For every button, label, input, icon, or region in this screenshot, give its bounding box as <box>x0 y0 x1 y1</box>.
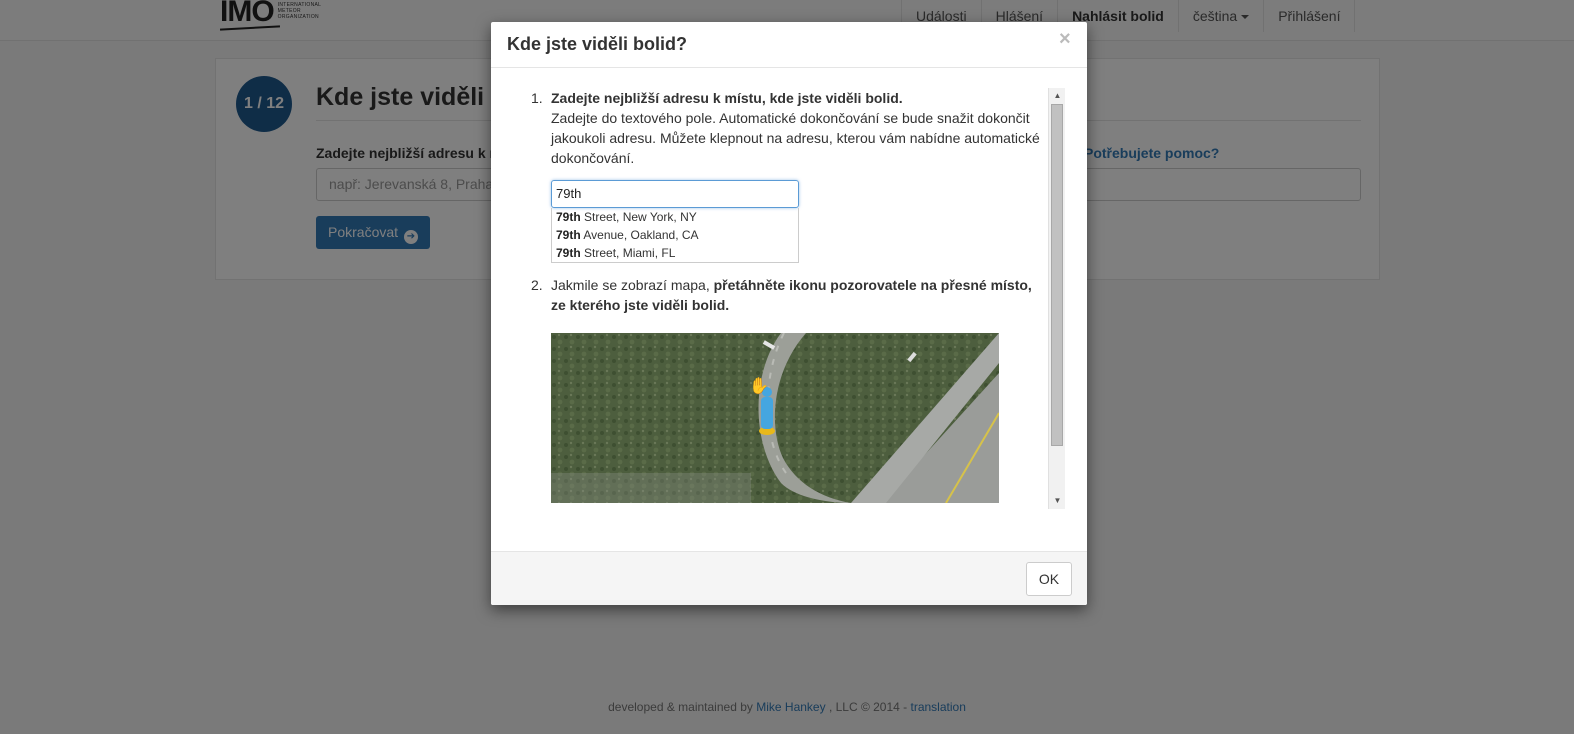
step-number: 2. <box>531 277 543 293</box>
scroll-down-arrow-icon[interactable]: ▼ <box>1049 493 1066 509</box>
step-number: 1. <box>531 90 543 106</box>
instruction-step: 1. Zadejte nejbližší adresu k místu, kde… <box>511 88 1047 263</box>
demo-suggestion: 79th Street, Miami, FL <box>552 244 798 262</box>
ok-button[interactable]: OK <box>1026 562 1072 596</box>
suggestion-rest: Avenue, Oakland, CA <box>580 228 699 242</box>
suggestion-match: 79th <box>556 228 581 242</box>
hand-cursor-icon: ✋ <box>749 376 769 395</box>
suggestion-match: 79th <box>556 246 581 260</box>
demo-suggestion: 79th Avenue, Oakland, CA <box>552 226 798 244</box>
demo-map-image: ✋ <box>551 333 999 503</box>
instructions-scrollbox[interactable]: 1. Zadejte nejbližší adresu k místu, kde… <box>511 88 1067 509</box>
modal-body: 1. Zadejte nejbližší adresu k místu, kde… <box>491 68 1087 551</box>
step-text: Zadejte do textového pole. Automatické d… <box>551 110 1040 166</box>
scrollbar[interactable]: ▲ ▼ <box>1048 88 1065 509</box>
modal-title: Kde jste viděli bolid? <box>507 34 688 54</box>
demo-suggestion: 79th Street, New York, NY <box>552 208 798 226</box>
demo-autocomplete-list: 79th Street, New York, NY 79th Avenue, O… <box>551 208 799 263</box>
suggestion-rest: Street, Miami, FL <box>580 246 676 260</box>
scroll-up-arrow-icon[interactable]: ▲ <box>1049 88 1066 104</box>
help-modal: Kde jste viděli bolid? × 1. Zadejte nejb… <box>491 22 1087 605</box>
demo-address-input: 79th <box>551 180 799 208</box>
modal-header: Kde jste viděli bolid? × <box>491 22 1087 68</box>
step-heading: Zadejte nejbližší adresu k místu, kde js… <box>551 90 903 106</box>
close-icon[interactable]: × <box>1059 28 1071 51</box>
scrollbar-thumb[interactable] <box>1051 104 1063 446</box>
modal-footer: OK <box>491 551 1087 605</box>
instructions-content: 1. Zadejte nejbližší adresu k místu, kde… <box>511 88 1047 503</box>
step-text: Jakmile se zobrazí mapa, <box>551 277 710 293</box>
suggestion-match: 79th <box>556 210 581 224</box>
satellite-map-illustration: ✋ <box>551 333 999 503</box>
instruction-step: 2. Jakmile se zobrazí mapa, přetáhněte i… <box>511 275 1047 503</box>
suggestion-rest: Street, New York, NY <box>580 210 697 224</box>
